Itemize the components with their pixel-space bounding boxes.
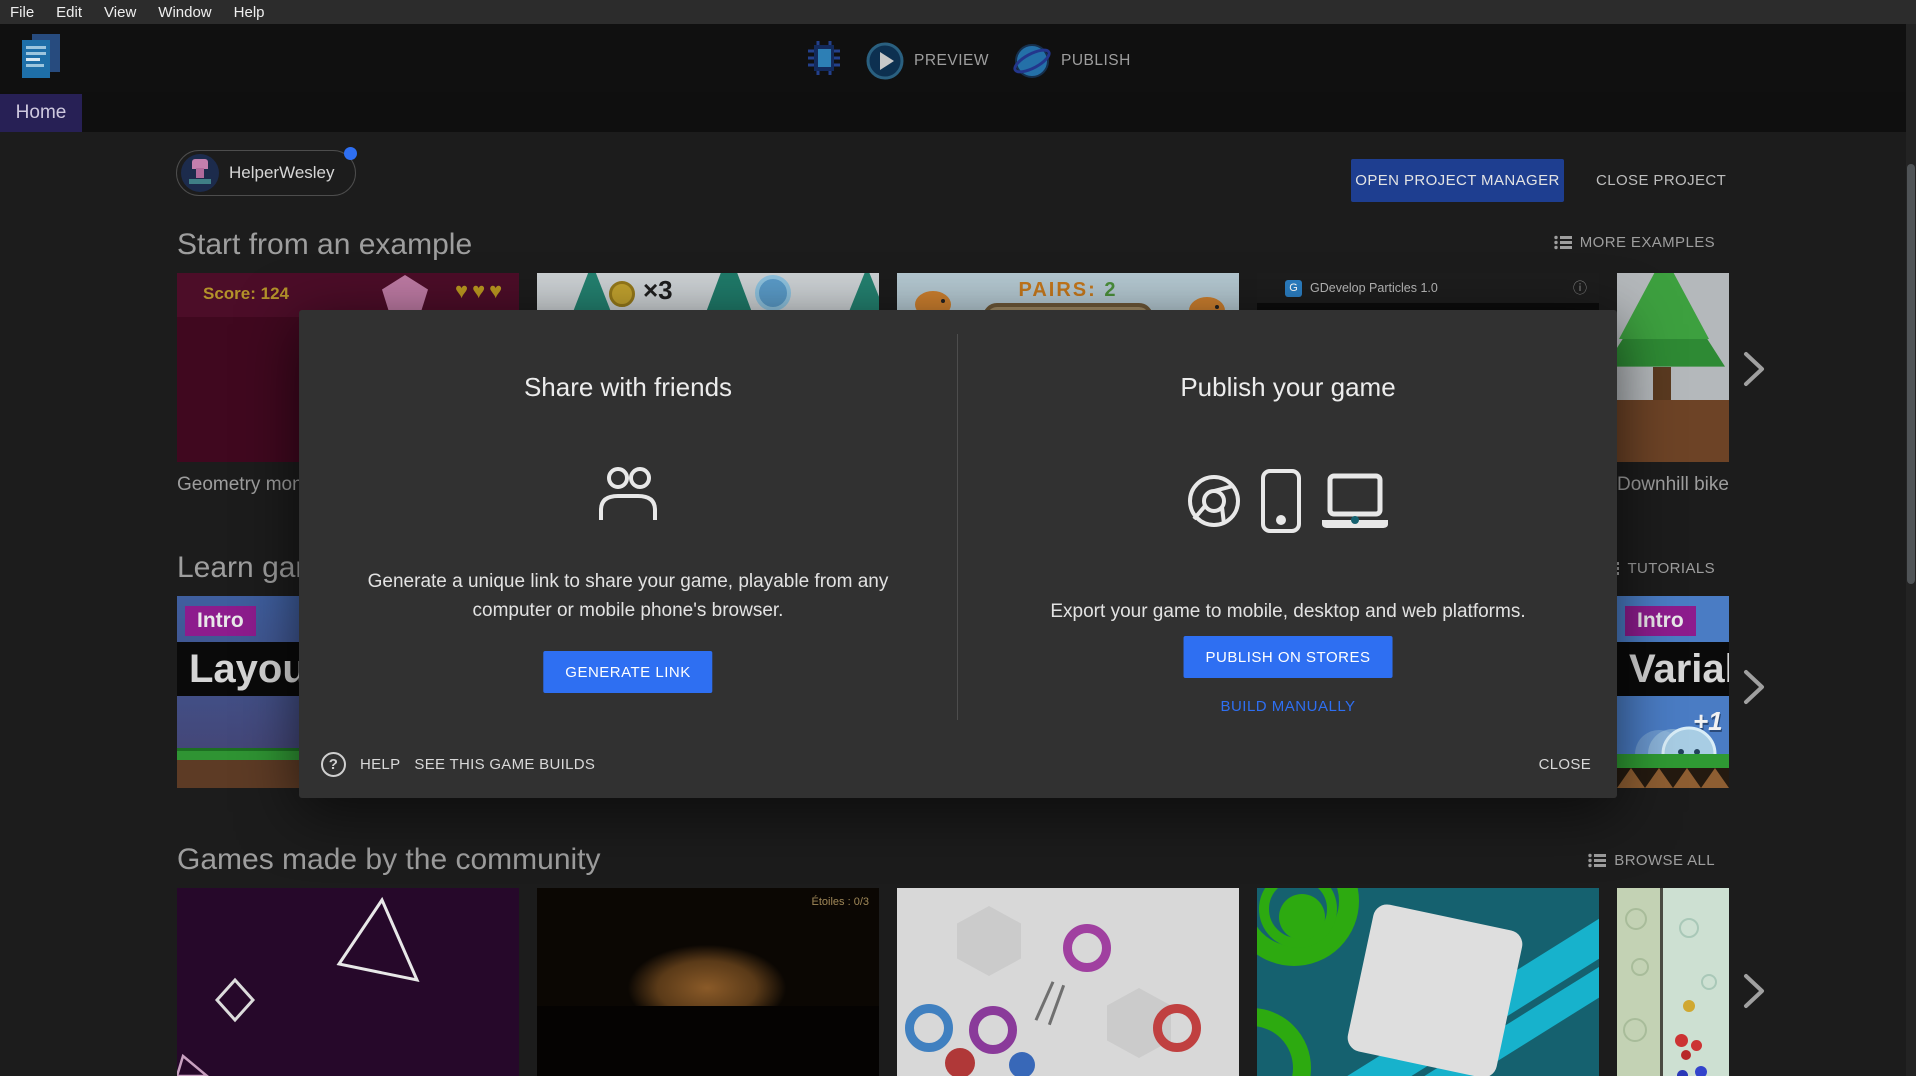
chrome-browser-icon	[1186, 473, 1242, 529]
preview-label: PREVIEW	[914, 52, 989, 70]
dialog-divider	[957, 334, 958, 720]
browse-all-button[interactable]: BROWSE ALL	[1588, 852, 1715, 869]
play-icon	[866, 42, 904, 80]
hearts-icons: ♥♥♥	[455, 278, 506, 304]
publish-description: Export your game to mobile, desktop and …	[959, 597, 1617, 626]
tutorial-card-variables[interactable]: Intro Variables +1	[1617, 596, 1729, 788]
menu-help[interactable]: Help	[234, 4, 265, 21]
info-icon[interactable]: ⓘ	[1573, 278, 1587, 298]
publish-label: PUBLISH	[1061, 52, 1131, 70]
list-icon	[1554, 235, 1572, 250]
close-dialog-button[interactable]: CLOSE	[1539, 756, 1591, 773]
project-documents-icon[interactable]	[18, 32, 64, 89]
gdevelop-window: File Edit View Window Help	[0, 0, 1916, 1076]
laptop-icon	[1320, 472, 1390, 530]
community-section-title: Games made by the community	[177, 843, 601, 877]
help-icon[interactable]: ?	[321, 752, 346, 777]
scrollbar-track[interactable]	[1906, 24, 1916, 1076]
menu-window[interactable]: Window	[158, 4, 211, 21]
examples-next-chevron-icon[interactable]	[1741, 350, 1767, 388]
share-title: Share with friends	[299, 372, 957, 403]
coin-icon	[609, 281, 635, 307]
player-ball	[755, 275, 791, 311]
avatar	[181, 154, 219, 192]
intro-badge: Intro	[185, 606, 256, 636]
publish-button[interactable]: PUBLISH	[1013, 42, 1131, 80]
open-project-manager-button[interactable]: OPEN PROJECT MANAGER	[1351, 159, 1564, 202]
menu-file[interactable]: File	[10, 4, 34, 21]
share-column: Share with friends Generate a unique lin…	[299, 310, 957, 798]
community-card-night-scene[interactable]: Étoiles : 0/3	[537, 888, 879, 1076]
scrollbar-thumb[interactable]	[1907, 164, 1915, 584]
examples-section-title: Start from an example	[177, 228, 472, 262]
menu-view[interactable]: View	[104, 4, 136, 21]
generate-link-button[interactable]: GENERATE LINK	[543, 651, 712, 693]
variables-title: Variables	[1617, 642, 1729, 696]
coin-multiplier: ×3	[643, 275, 673, 306]
intro-badge: Intro	[1625, 606, 1696, 636]
community-next-chevron-icon[interactable]	[1741, 972, 1767, 1010]
notification-dot	[344, 147, 357, 160]
tutorials-button[interactable]: TUTORIALS	[1601, 560, 1715, 577]
share-publish-dialog: Share with friends Generate a unique lin…	[299, 310, 1617, 798]
user-profile-chip[interactable]: HelperWesley	[176, 150, 356, 196]
menu-edit[interactable]: Edit	[56, 4, 82, 21]
gdevelop-logo-icon: G	[1285, 280, 1302, 297]
example-card-downhill-bike[interactable]	[1617, 273, 1729, 462]
menu-bar: File Edit View Window Help	[0, 0, 1916, 24]
publish-on-stores-button[interactable]: PUBLISH ON STORES	[1184, 636, 1393, 678]
community-card-teal-abstract[interactable]	[1257, 888, 1599, 1076]
publish-title: Publish your game	[959, 372, 1617, 403]
more-examples-button[interactable]: MORE EXAMPLES	[1554, 234, 1715, 251]
platform-icons	[959, 468, 1617, 534]
tab-bar: Home	[0, 92, 1916, 132]
smartphone-icon	[1260, 468, 1302, 534]
community-card-hex-rings[interactable]	[897, 888, 1239, 1076]
publish-column: Publish your game	[959, 310, 1617, 798]
close-project-button[interactable]: CLOSE PROJECT	[1586, 159, 1736, 202]
help-link[interactable]: HELP	[360, 756, 400, 773]
pairs-label: PAIRS:	[1019, 279, 1097, 301]
tutorials-next-chevron-icon[interactable]	[1741, 668, 1767, 706]
share-description: Generate a unique link to share your gam…	[299, 567, 957, 625]
people-icon	[299, 462, 957, 524]
username: HelperWesley	[229, 163, 335, 183]
caption-downhill: Downhill bike	[1617, 474, 1729, 496]
pairs-value: 2	[1104, 279, 1117, 301]
debug-icon[interactable]	[806, 39, 842, 82]
stars-counter: Étoiles : 0/3	[812, 896, 869, 908]
toolbar: PREVIEW PUBLISH	[0, 24, 1916, 92]
dialog-footer: ? HELP SEE THIS GAME BUILDS CLOSE	[321, 750, 1591, 778]
community-carousel: Étoiles : 0/3	[177, 888, 1729, 1076]
tab-home[interactable]: Home	[0, 94, 82, 132]
list-icon	[1588, 853, 1606, 868]
build-manually-link[interactable]: BUILD MANUALLY	[959, 698, 1617, 715]
see-game-builds-link[interactable]: SEE THIS GAME BUILDS	[414, 756, 595, 773]
score-label: Score: 124	[203, 284, 289, 304]
community-card-neon-shapes[interactable]	[177, 888, 519, 1076]
particles-title: GDevelop Particles 1.0	[1310, 281, 1573, 295]
globe-icon	[1013, 42, 1051, 80]
community-card-bubbles[interactable]	[1617, 888, 1729, 1076]
preview-button[interactable]: PREVIEW	[866, 42, 989, 80]
